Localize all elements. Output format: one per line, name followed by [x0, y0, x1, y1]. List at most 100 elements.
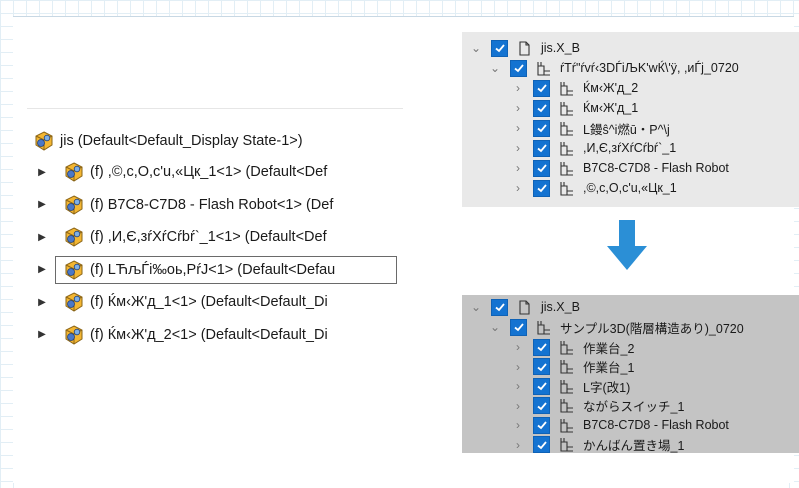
tree-root-row[interactable]: ⌄ jis.X_B [470, 38, 580, 58]
tree-item-label: ながらスイッチ_1 [583, 400, 685, 414]
checkbox-checked-icon[interactable] [533, 338, 550, 356]
checkbox-checked-icon[interactable] [533, 436, 550, 453]
tree-node-icon [560, 161, 573, 176]
tree-item-label: Ќм‹Ж'д_1 [583, 101, 639, 115]
part-assembly-icon [65, 324, 83, 345]
chevron-right-icon[interactable]: › [512, 182, 524, 194]
chevron-right-icon[interactable]: › [512, 162, 524, 174]
assembly-icon [35, 131, 53, 151]
tree-node-icon [560, 340, 573, 355]
chevron-down-icon[interactable]: ⌄ [489, 321, 501, 333]
tree-node-icon [560, 360, 573, 374]
tree-root-assembly[interactable]: jis (Default<Default_Display State-1>) [27, 126, 403, 156]
chevron-right-icon[interactable]: › [512, 380, 524, 392]
tree-item-label: 作業台_2 [583, 341, 635, 356]
checkbox-checked-icon[interactable] [510, 59, 527, 77]
tree-node-icon [560, 418, 573, 433]
tree-item-row[interactable]: › Ќм‹Ж'д_1 [512, 98, 638, 118]
tree-component-row[interactable]: ▶ (f) Ќм‹Ж'д_1<1> (Default<Default_Di [27, 287, 403, 317]
checkbox-checked-icon[interactable] [533, 79, 550, 97]
tree-item-row[interactable]: › ながらスイッチ_1 [512, 396, 684, 416]
tree-component-row[interactable]: ▶ (f) ,И,Є,зŕXŕCŕbŕ`_1<1> (Default<Def [27, 222, 403, 252]
tree-node-icon [560, 399, 573, 413]
checkbox-checked-icon[interactable] [491, 39, 508, 57]
tree-item-label: ,©,c,O,c'u,«Цк_1 [583, 181, 677, 195]
checkbox-checked-icon[interactable] [491, 298, 508, 316]
chevron-right-icon[interactable]: › [512, 102, 524, 114]
tree-component-row[interactable]: ▶ (f) ,©,c,O,c'u,«Цк_1<1> (Default<Def [27, 157, 403, 187]
tree-item-row[interactable]: › L鏝ŝ^i燃ū・P^\j [512, 118, 670, 138]
tree-item-row[interactable]: › B7C8-C7D8 - Flash Robot [512, 415, 729, 435]
tree-component-label: (f) ,И,Є,зŕXŕCŕbŕ`_1<1> (Default<Def [90, 229, 327, 245]
tree-node-icon [560, 101, 573, 116]
checkbox-checked-icon[interactable] [533, 99, 550, 117]
tree-component-label: (f) B7C8-C7D8 - Flash Robot<1> (Def [90, 196, 334, 213]
part-assembly-icon [65, 227, 83, 247]
tree-item-row[interactable]: › ,И,Є,зŕXŕCŕbŕ`_1 [512, 138, 676, 158]
tree-item-row[interactable]: › ,©,c,O,c'u,«Цк_1 [512, 178, 677, 198]
expand-arrow-icon[interactable]: ▶ [35, 167, 49, 178]
checkbox-checked-icon[interactable] [533, 119, 550, 137]
part-assembly-icon [65, 194, 83, 215]
tree-item-row[interactable]: › Ќм‹Ж'д_2 [512, 78, 638, 98]
part-assembly-icon [65, 162, 83, 182]
chevron-down-icon[interactable]: ⌄ [489, 62, 501, 74]
tree-node-icon [537, 61, 550, 76]
tree-node-icon [560, 438, 573, 452]
chevron-right-icon[interactable]: › [512, 142, 524, 154]
expand-arrow-icon[interactable]: ▶ [35, 199, 49, 210]
chevron-right-icon[interactable]: › [512, 341, 524, 353]
tree-root-label: jis.X_B [541, 41, 580, 55]
tree-component-label: (f) LЋљЃi‰oь,PŕJ<1> (Default<Defau [90, 261, 336, 278]
tree-item-label: Ќм‹Ж'д_2 [583, 81, 639, 95]
checkbox-checked-icon[interactable] [533, 377, 550, 395]
checkbox-checked-icon[interactable] [533, 358, 550, 375]
tree-group-row[interactable]: ⌄ ŕTŕ"ŕvŕ‹3DЃiЉK'wЌ\'ÿ, ,иЃj_0720 [489, 58, 739, 78]
tree-item-label: ,И,Є,зŕXŕCŕbŕ`_1 [583, 141, 677, 155]
checkbox-checked-icon[interactable] [533, 416, 550, 434]
tree-component-row[interactable]: ▶ (f) Ќм‹Ж'д_2<1> (Default<Default_Di [27, 320, 403, 350]
tree-item-label: L字(改1) [583, 380, 631, 395]
chevron-right-icon[interactable]: › [512, 122, 524, 134]
tree-component-label: (f) Ќм‹Ж'д_2<1> (Default<Default_Di [90, 326, 328, 343]
document-icon [519, 299, 530, 315]
tree-component-label: (f) Ќм‹Ж'д_1<1> (Default<Default_Di [90, 294, 328, 310]
down-arrow-icon [607, 220, 647, 270]
solidworks-feature-tree: jis (Default<Default_Display State-1>) ▶… [27, 108, 403, 363]
chevron-right-icon[interactable]: › [512, 439, 524, 451]
chevron-down-icon[interactable]: ⌄ [470, 42, 482, 54]
tree-item-label: B7C8-C7D8 - Flash Robot [583, 418, 729, 432]
document-icon [519, 40, 530, 56]
tree-item-row[interactable]: › 作業台_2 [512, 337, 634, 357]
tree-group-row[interactable]: ⌄ サンプル3D(階層構造あり)_0720 [489, 317, 744, 337]
checkbox-checked-icon[interactable] [533, 159, 550, 177]
tree-node-icon [560, 181, 573, 196]
tree-component-row[interactable]: ▶ (f) LЋљЃi‰oь,PŕJ<1> (Default<Defau [27, 255, 403, 285]
expand-arrow-icon[interactable]: ▶ [35, 232, 49, 243]
checkbox-checked-icon[interactable] [510, 318, 527, 336]
chevron-down-icon[interactable]: ⌄ [470, 301, 482, 313]
tree-root-label: jis (Default<Default_Display State-1>) [60, 133, 303, 149]
tree-item-row[interactable]: › かんばん置き場_1 [512, 435, 685, 453]
tree-node-icon [537, 320, 550, 335]
chevron-right-icon[interactable]: › [512, 400, 524, 412]
expand-arrow-icon[interactable]: ▶ [35, 264, 49, 275]
tree-root-row[interactable]: ⌄ jis.X_B [470, 297, 580, 317]
checkbox-checked-icon[interactable] [533, 179, 550, 197]
chevron-right-icon[interactable]: › [512, 82, 524, 94]
expand-arrow-icon[interactable]: ▶ [35, 297, 49, 308]
chevron-right-icon[interactable]: › [512, 361, 524, 373]
chevron-right-icon[interactable]: › [512, 419, 524, 431]
tree-root-label: jis.X_B [541, 300, 580, 314]
tree-item-row[interactable]: › 作業台_1 [512, 357, 634, 377]
tree-component-row[interactable]: ▶ (f) B7C8-C7D8 - Flash Robot<1> (Def [27, 190, 403, 220]
expand-arrow-icon[interactable]: ▶ [35, 329, 49, 340]
tree-item-label: かんばん置き場_1 [583, 439, 685, 453]
checkbox-checked-icon[interactable] [533, 139, 550, 157]
checkbox-checked-icon[interactable] [533, 397, 550, 414]
tree-item-row[interactable]: › L字(改1) [512, 376, 630, 396]
tree-item-label: B7C8-C7D8 - Flash Robot [583, 161, 729, 175]
component-tree-after: ⌄ jis.X_B ⌄ サンプル3D(階層構造あり)_0720 › 作業台_2 › 作… [462, 295, 799, 453]
tree-item-row[interactable]: › B7C8-C7D8 - Flash Robot [512, 158, 729, 178]
tree-item-label: L鏝ŝ^i燃ū・P^\j [583, 122, 670, 137]
